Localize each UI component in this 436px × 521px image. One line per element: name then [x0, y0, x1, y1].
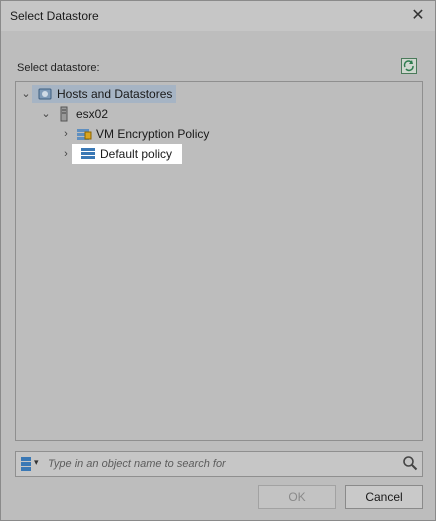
chevron-down-icon[interactable]: ⌄ — [20, 88, 32, 100]
title-bar: Select Datastore ✕ — [1, 1, 435, 31]
tree-node-default-policy-highlight[interactable]: Default policy — [72, 144, 183, 164]
chevron-down-icon[interactable]: ⌄ — [40, 108, 52, 120]
tree-host-label: esx02 — [76, 107, 109, 121]
chevron-right-icon[interactable]: › — [60, 128, 72, 140]
hosts-datastores-icon — [38, 88, 52, 100]
tree-node-vm-encryption-policy[interactable]: › VM Encryption Policy — [60, 124, 209, 144]
close-icon[interactable]: ✕ — [407, 5, 429, 27]
tree-node-host[interactable]: ⌄ esx02 — [40, 104, 108, 124]
chevron-down-icon[interactable]: ▾ — [34, 457, 39, 468]
cancel-button[interactable]: Cancel — [345, 485, 423, 509]
tree-item-label: Default policy — [100, 147, 173, 161]
search-icon[interactable] — [402, 455, 418, 471]
server-icon — [60, 106, 68, 122]
select-datastore-dialog: Select Datastore ✕ Select datastore: ⌄ H… — [0, 0, 436, 521]
refresh-icon[interactable] — [401, 58, 417, 74]
ok-button[interactable]: OK — [258, 485, 336, 509]
search-bar: ▾ — [15, 451, 423, 477]
dialog-title: Select Datastore — [10, 9, 99, 23]
datastore-filter-icon[interactable] — [20, 456, 32, 472]
tree-node-root[interactable]: ⌄ Hosts and Datastores — [20, 84, 177, 104]
chevron-right-icon[interactable]: › — [60, 148, 72, 160]
encrypted-datastore-icon — [77, 129, 92, 140]
datastore-tree[interactable]: ⌄ Hosts and Datastores ⌄ esx02 › VM Encr… — [15, 81, 423, 441]
select-datastore-label: Select datastore: — [17, 62, 100, 74]
tree-node-default-policy[interactable]: › Default policy — [60, 144, 183, 164]
search-input[interactable] — [46, 454, 386, 474]
tree-item-label: VM Encryption Policy — [96, 127, 210, 141]
tree-node-root-selected[interactable]: Hosts and Datastores — [32, 85, 177, 103]
datastore-icon — [81, 148, 95, 159]
tree-root-label: Hosts and Datastores — [57, 87, 173, 101]
